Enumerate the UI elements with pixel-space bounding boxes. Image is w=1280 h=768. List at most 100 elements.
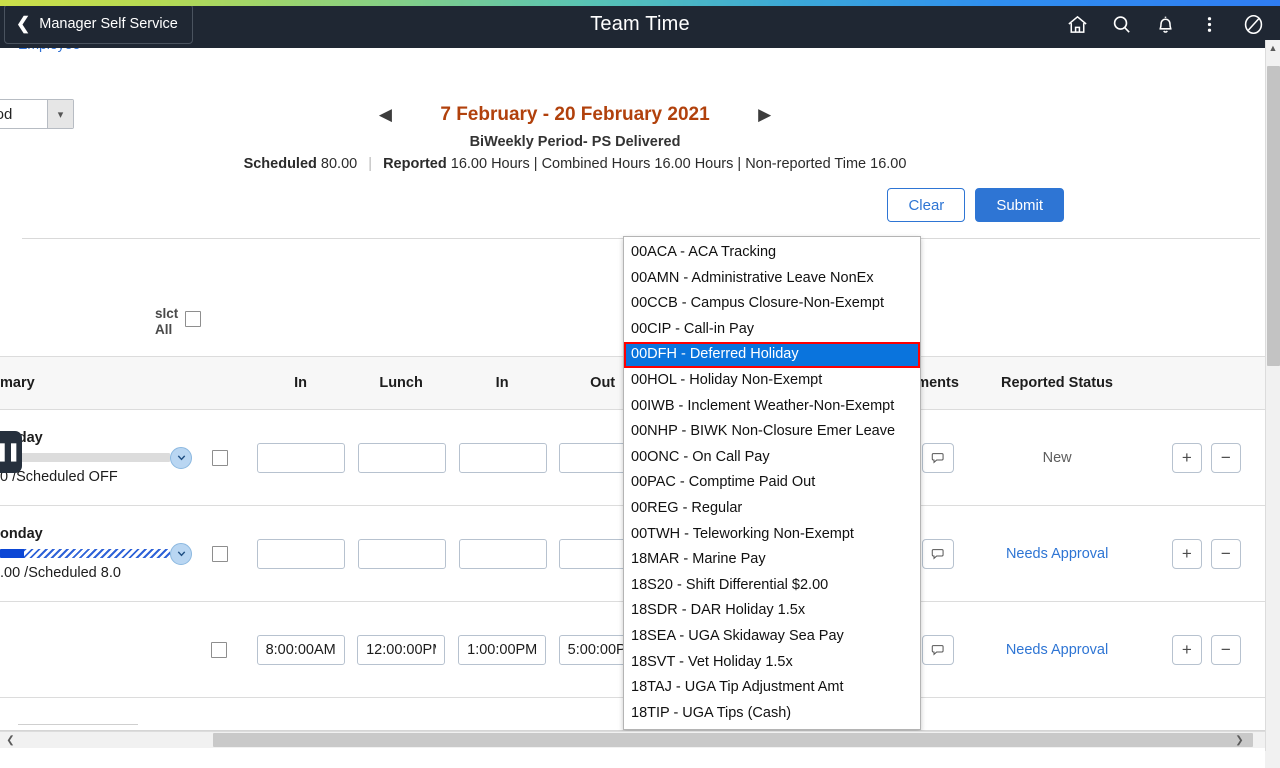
row-actions-cell: +−: [1147, 442, 1266, 473]
row-select-cell: [211, 449, 252, 466]
lunch-out-cell: [351, 538, 452, 569]
trc-dropdown-option[interactable]: 18SDR - DAR Holiday 1.5x: [624, 598, 920, 624]
remove-row-button[interactable]: −: [1210, 538, 1241, 569]
trc-dropdown-option[interactable]: 18SVT - Vet Holiday 1.5x: [624, 650, 920, 676]
comment-bubble-icon[interactable]: [921, 538, 954, 569]
select-all-line2: All: [155, 322, 173, 337]
trc-dropdown-option[interactable]: 00ACA - ACA Tracking: [624, 240, 920, 266]
trc-dropdown-option-list[interactable]: 00ACA - ACA Tracking 00AMN - Administrati…: [623, 236, 921, 731]
lunch-out-input[interactable]: [357, 538, 446, 569]
period-select[interactable]: eriod ▾: [0, 99, 74, 129]
reported-status-cell: Needs Approval: [967, 641, 1146, 659]
scroll-left-icon[interactable]: ❮: [2, 732, 19, 748]
brand-gradient-strip: [0, 0, 1280, 6]
next-period-button[interactable]: ▶: [758, 105, 771, 125]
scroll-up-icon[interactable]: ▲: [1266, 40, 1280, 56]
row-select-checkbox[interactable]: [211, 449, 228, 466]
punch-in-cell: [252, 538, 351, 569]
navbar-icon[interactable]: [1234, 5, 1272, 43]
expand-day-chevron-icon[interactable]: [170, 446, 192, 469]
punch-in-input[interactable]: [256, 634, 345, 665]
period-select-value: eriod: [0, 105, 13, 123]
actions-menu-icon[interactable]: [1190, 5, 1228, 43]
trc-dropdown-option[interactable]: 18TIP - UGA Tips (Cash): [624, 701, 920, 727]
select-all-checkbox[interactable]: [185, 311, 202, 327]
trc-dropdown-option[interactable]: 00AMN - Administrative Leave NonEx: [624, 266, 920, 292]
clear-button[interactable]: Clear: [887, 188, 966, 222]
day-summary-cell: unday 0 /Scheduled OFF: [0, 430, 170, 485]
day-hours-meta: .00 /Scheduled 8.0: [0, 565, 121, 581]
row-actions-cell: +−: [1147, 634, 1266, 665]
row-select-checkbox[interactable]: [211, 641, 227, 658]
comment-bubble-icon[interactable]: [921, 634, 954, 665]
grip-icon: ▌▌: [0, 443, 23, 461]
back-to-manager-self-service-button[interactable]: ❮ Manager Self Service: [4, 4, 193, 44]
home-icon[interactable]: [1058, 5, 1096, 43]
row-actions-cell: +−: [1147, 538, 1266, 569]
row-select-cell: [211, 545, 252, 562]
status-badge[interactable]: Needs Approval: [1006, 546, 1108, 562]
previous-period-button[interactable]: ◀: [379, 105, 392, 125]
lunch-in-input[interactable]: [458, 634, 547, 665]
trc-dropdown-option[interactable]: 18SEA - UGA Skidaway Sea Pay: [624, 624, 920, 650]
horizontal-scroll-thumb[interactable]: [213, 733, 1253, 747]
page-content: eriod ▾ ◀ 7 February - 20 February 2021 …: [0, 48, 1266, 748]
lunch-in-input[interactable]: [458, 442, 547, 473]
chevron-left-icon: ❮: [16, 13, 31, 33]
punch-in-cell: [252, 442, 351, 473]
status-badge[interactable]: Needs Approval: [1006, 642, 1108, 658]
lunch-out-input[interactable]: [357, 442, 446, 473]
vertical-scroll-thumb[interactable]: [1267, 66, 1280, 366]
lunch-in-cell: [452, 442, 552, 473]
select-all-control: slct All: [155, 306, 202, 338]
column-header-reported-status: Reported Status: [1001, 375, 1114, 391]
vertical-scrollbar[interactable]: ▲: [1265, 40, 1280, 752]
lunch-out-cell: [350, 634, 452, 665]
scroll-right-icon[interactable]: ❯: [1231, 732, 1248, 748]
punch-in-cell: [251, 634, 351, 665]
lunch-in-cell: [452, 538, 552, 569]
expand-day-chevron-icon[interactable]: [170, 542, 192, 565]
submit-button[interactable]: Submit: [975, 188, 1064, 222]
trc-dropdown-option[interactable]: 00DFH - Deferred Holiday: [624, 342, 920, 368]
add-row-button[interactable]: +: [1171, 538, 1202, 569]
punch-in-input[interactable]: [257, 538, 346, 569]
reported-value: 16.00 Hours | Combined Hours 16.00 Hours…: [450, 156, 907, 172]
trc-dropdown-option[interactable]: 00REG - Regular: [624, 496, 920, 522]
trc-dropdown-option[interactable]: 18MAR - Marine Pay: [624, 547, 920, 573]
trc-dropdown-option[interactable]: 00HOL - Holiday Non-Exempt: [624, 368, 920, 394]
form-actions: Clear Submit: [887, 188, 1064, 222]
trc-dropdown-option[interactable]: 18S20 - Shift Differential $2.00: [624, 573, 920, 599]
chevron-down-icon[interactable]: ▾: [47, 100, 73, 128]
trc-dropdown-option[interactable]: 00ONC - On Call Pay: [624, 445, 920, 471]
totals-divider: |: [368, 156, 373, 172]
trc-dropdown-option[interactable]: 00CIP - Call-in Pay: [624, 317, 920, 343]
add-row-button[interactable]: +: [1171, 634, 1202, 665]
trc-dropdown-option[interactable]: 00IWB - Inclement Weather-Non-Exempt: [624, 394, 920, 420]
day-name: unday: [0, 430, 170, 446]
period-type-label: BiWeekly Period- PS Delivered: [469, 134, 681, 150]
punch-in-input[interactable]: [257, 442, 346, 473]
comment-bubble-icon[interactable]: [921, 442, 954, 473]
row-expand-cell: [170, 446, 212, 469]
horizontal-scrollbar[interactable]: ❮ ❯: [0, 731, 1266, 748]
lunch-out-input[interactable]: [357, 634, 446, 665]
reported-label: Reported: [383, 156, 447, 172]
row-select-checkbox[interactable]: [211, 545, 228, 562]
reported-status-cell: Needs Approval: [968, 545, 1147, 563]
add-row-button[interactable]: +: [1171, 442, 1202, 473]
remove-row-button[interactable]: −: [1210, 634, 1241, 665]
collapse-panel-handle[interactable]: ▌▌: [0, 431, 22, 473]
trc-dropdown-option[interactable]: 00CCB - Campus Closure-Non-Exempt: [624, 291, 920, 317]
lunch-in-input[interactable]: [458, 538, 547, 569]
trc-dropdown-option[interactable]: 00NHP - BIWK Non-Closure Emer Leave: [624, 419, 920, 445]
remove-row-button[interactable]: −: [1210, 442, 1241, 473]
scheduled-value: 80.00: [320, 156, 358, 172]
day-hours-meta: 0 /Scheduled OFF: [0, 469, 118, 485]
trc-dropdown-option[interactable]: 00TWH - Teleworking Non-Exempt: [624, 522, 920, 548]
grid-bottom-edge-left: [18, 724, 138, 725]
trc-dropdown-option[interactable]: 18TAJ - UGA Tip Adjustment Amt: [624, 675, 920, 701]
notifications-icon[interactable]: [1146, 5, 1184, 43]
trc-dropdown-option[interactable]: 00PAC - Comptime Paid Out: [624, 470, 920, 496]
search-icon[interactable]: [1102, 5, 1140, 43]
